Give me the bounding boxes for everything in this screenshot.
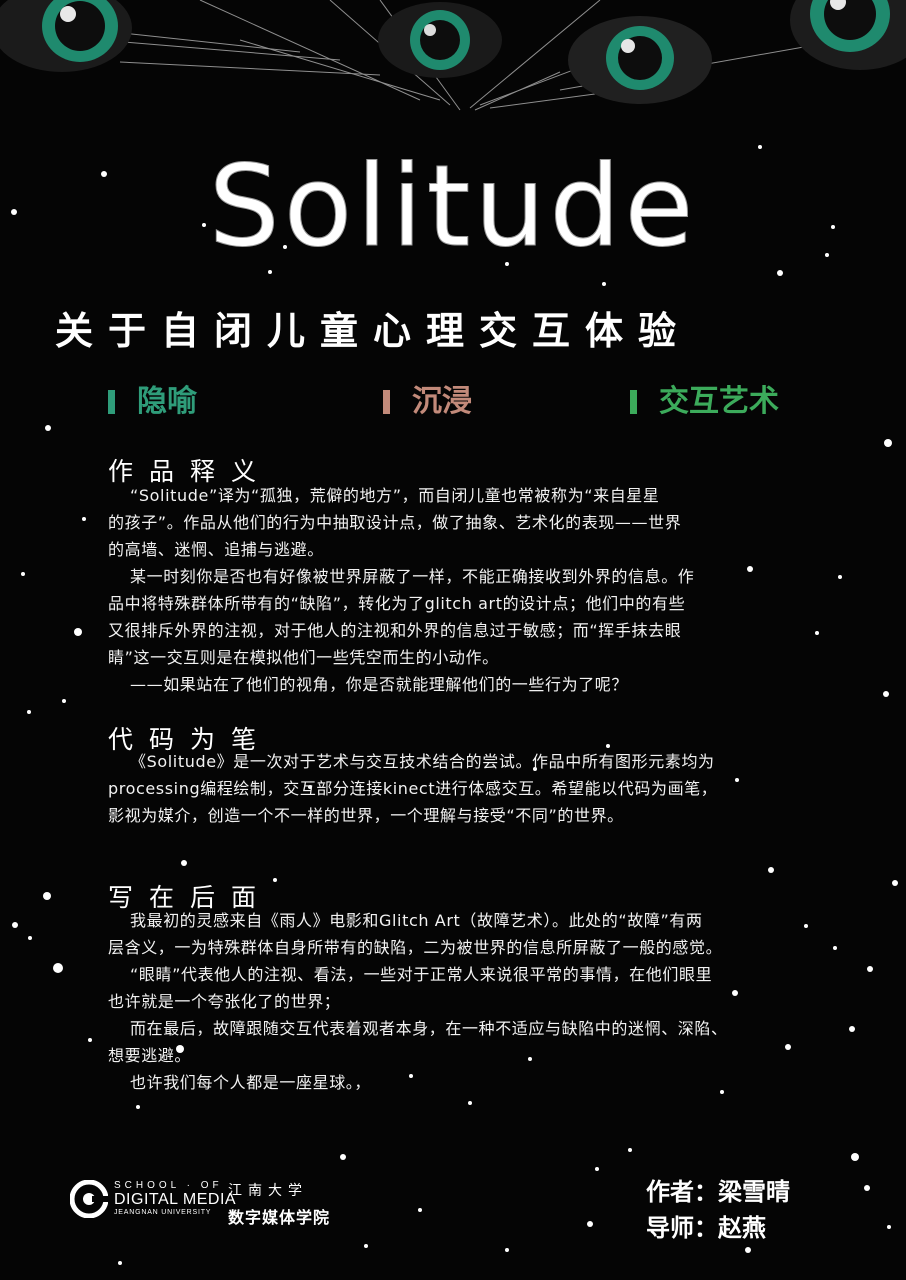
tag-bar bbox=[108, 390, 115, 414]
title: Solitude bbox=[209, 142, 698, 272]
eye-icon bbox=[0, 0, 132, 72]
text-line: 也许就是一个夸张化了的世界； bbox=[108, 992, 341, 1011]
text-line: 层含义，一为特殊群体自身所带有的缺陷，二为被世界的信息所屏蔽了一般的感觉。 bbox=[108, 938, 723, 957]
eye-icon bbox=[378, 2, 502, 78]
text-line: 又很排斥外界的注视，对于他人的注视和外界的信息过于敏感；而“挥手抹去眼 bbox=[108, 621, 682, 640]
text-line: 想要逃避。 bbox=[108, 1046, 192, 1065]
school-en-line: SCHOOL · OF bbox=[114, 1180, 223, 1191]
tag-label: 沉浸 bbox=[412, 384, 472, 419]
text-line: 我最初的灵感来自《雨人》电影和Glitch Art（故障艺术）。此处的“故障”有… bbox=[130, 911, 703, 930]
school-name-cn: 江南大学 数字媒体学院 bbox=[228, 1180, 330, 1228]
eyes-decoration bbox=[0, 0, 906, 111]
eye-icon bbox=[568, 16, 712, 104]
school-name-en: SCHOOL · OF DIGITAL MEDIA JEANGNAN UNIVE… bbox=[114, 1180, 236, 1216]
eye-icon bbox=[790, 0, 906, 70]
tag-bar bbox=[630, 390, 637, 414]
section-body: “Solitude”译为“孤独，荒僻的地方”，而自闭儿童也常被称为“来自星星 的… bbox=[108, 482, 853, 698]
text-line: 品中将特殊群体所带有的“缺陷”，转化为了glitch art的设计点；他们中的有… bbox=[108, 594, 686, 613]
school-logo-icon bbox=[70, 1180, 108, 1218]
school-en-line: DIGITAL MEDIA bbox=[114, 1191, 237, 1208]
text-line: 的孩子”。作品从他们的行为中抽取设计点，做了抽象、艺术化的表现——世界 bbox=[108, 513, 682, 532]
subtitle: 关于自闭儿童心理交互体验 bbox=[55, 309, 692, 353]
tag-immersion: 沉浸 bbox=[383, 376, 472, 420]
school-en-line: JEANGNAN UNIVERSITY bbox=[114, 1209, 212, 1216]
credits: 作者：梁雪晴 导师：赵燕 bbox=[646, 1174, 790, 1246]
text-line: 也许我们每个人都是一座星球。， bbox=[130, 1073, 372, 1092]
author: 作者：梁雪晴 bbox=[646, 1178, 790, 1206]
text-line: 影视为媒介，创造一个不一样的世界，一个理解与接受“不同”的世界。 bbox=[108, 806, 624, 825]
text-line: processing编程绘制，交互部分连接kinect进行体感交互。希望能以代码… bbox=[108, 779, 718, 798]
text-line: ——如果站在了他们的视角，你是否就能理解他们的一些行为了呢？ bbox=[130, 675, 629, 694]
mentor: 导师：赵燕 bbox=[646, 1214, 766, 1242]
text-line: “Solitude”译为“孤独，荒僻的地方”，而自闭儿童也常被称为“来自星星 bbox=[130, 486, 660, 505]
tag-label: 交互艺术 bbox=[659, 384, 779, 419]
school-name: 数字媒体学院 bbox=[228, 1208, 331, 1227]
text-line: 某一时刻你是否也有好像被世界屏蔽了一样，不能正确接收到外界的信息。作 bbox=[130, 567, 695, 586]
text-line: 的高墙、迷惘、追捕与逃避。 bbox=[108, 540, 324, 559]
tag-label: 隐喻 bbox=[137, 384, 197, 419]
section-body: 《Solitude》是一次对于艺术与交互技术结合的尝试。作品中所有图形元素均为 … bbox=[108, 748, 853, 829]
tag-interactive-art: 交互艺术 bbox=[630, 376, 779, 420]
tag-metaphor: 隐喻 bbox=[108, 376, 197, 420]
title-logo: Solitude bbox=[208, 142, 698, 273]
text-line: “眼睛”代表他人的注视、看法，一些对于正常人来说很平常的事情，在他们眼里 bbox=[130, 965, 713, 984]
text-line: 睛”这一交互则是在模拟他们一些凭空而生的小动作。 bbox=[108, 648, 499, 667]
section-body: 我最初的灵感来自《雨人》电影和Glitch Art（故障艺术）。此处的“故障”有… bbox=[108, 907, 853, 1096]
university-name: 江南大学 bbox=[228, 1183, 308, 1199]
text-line: 《Solitude》是一次对于艺术与交互技术结合的尝试。作品中所有图形元素均为 bbox=[130, 752, 715, 771]
text-line: 而在最后，故障跟随交互代表着观者本身，在一种不适应与缺陷中的迷惘、深陷、 bbox=[130, 1019, 728, 1038]
tag-bar bbox=[383, 390, 390, 414]
